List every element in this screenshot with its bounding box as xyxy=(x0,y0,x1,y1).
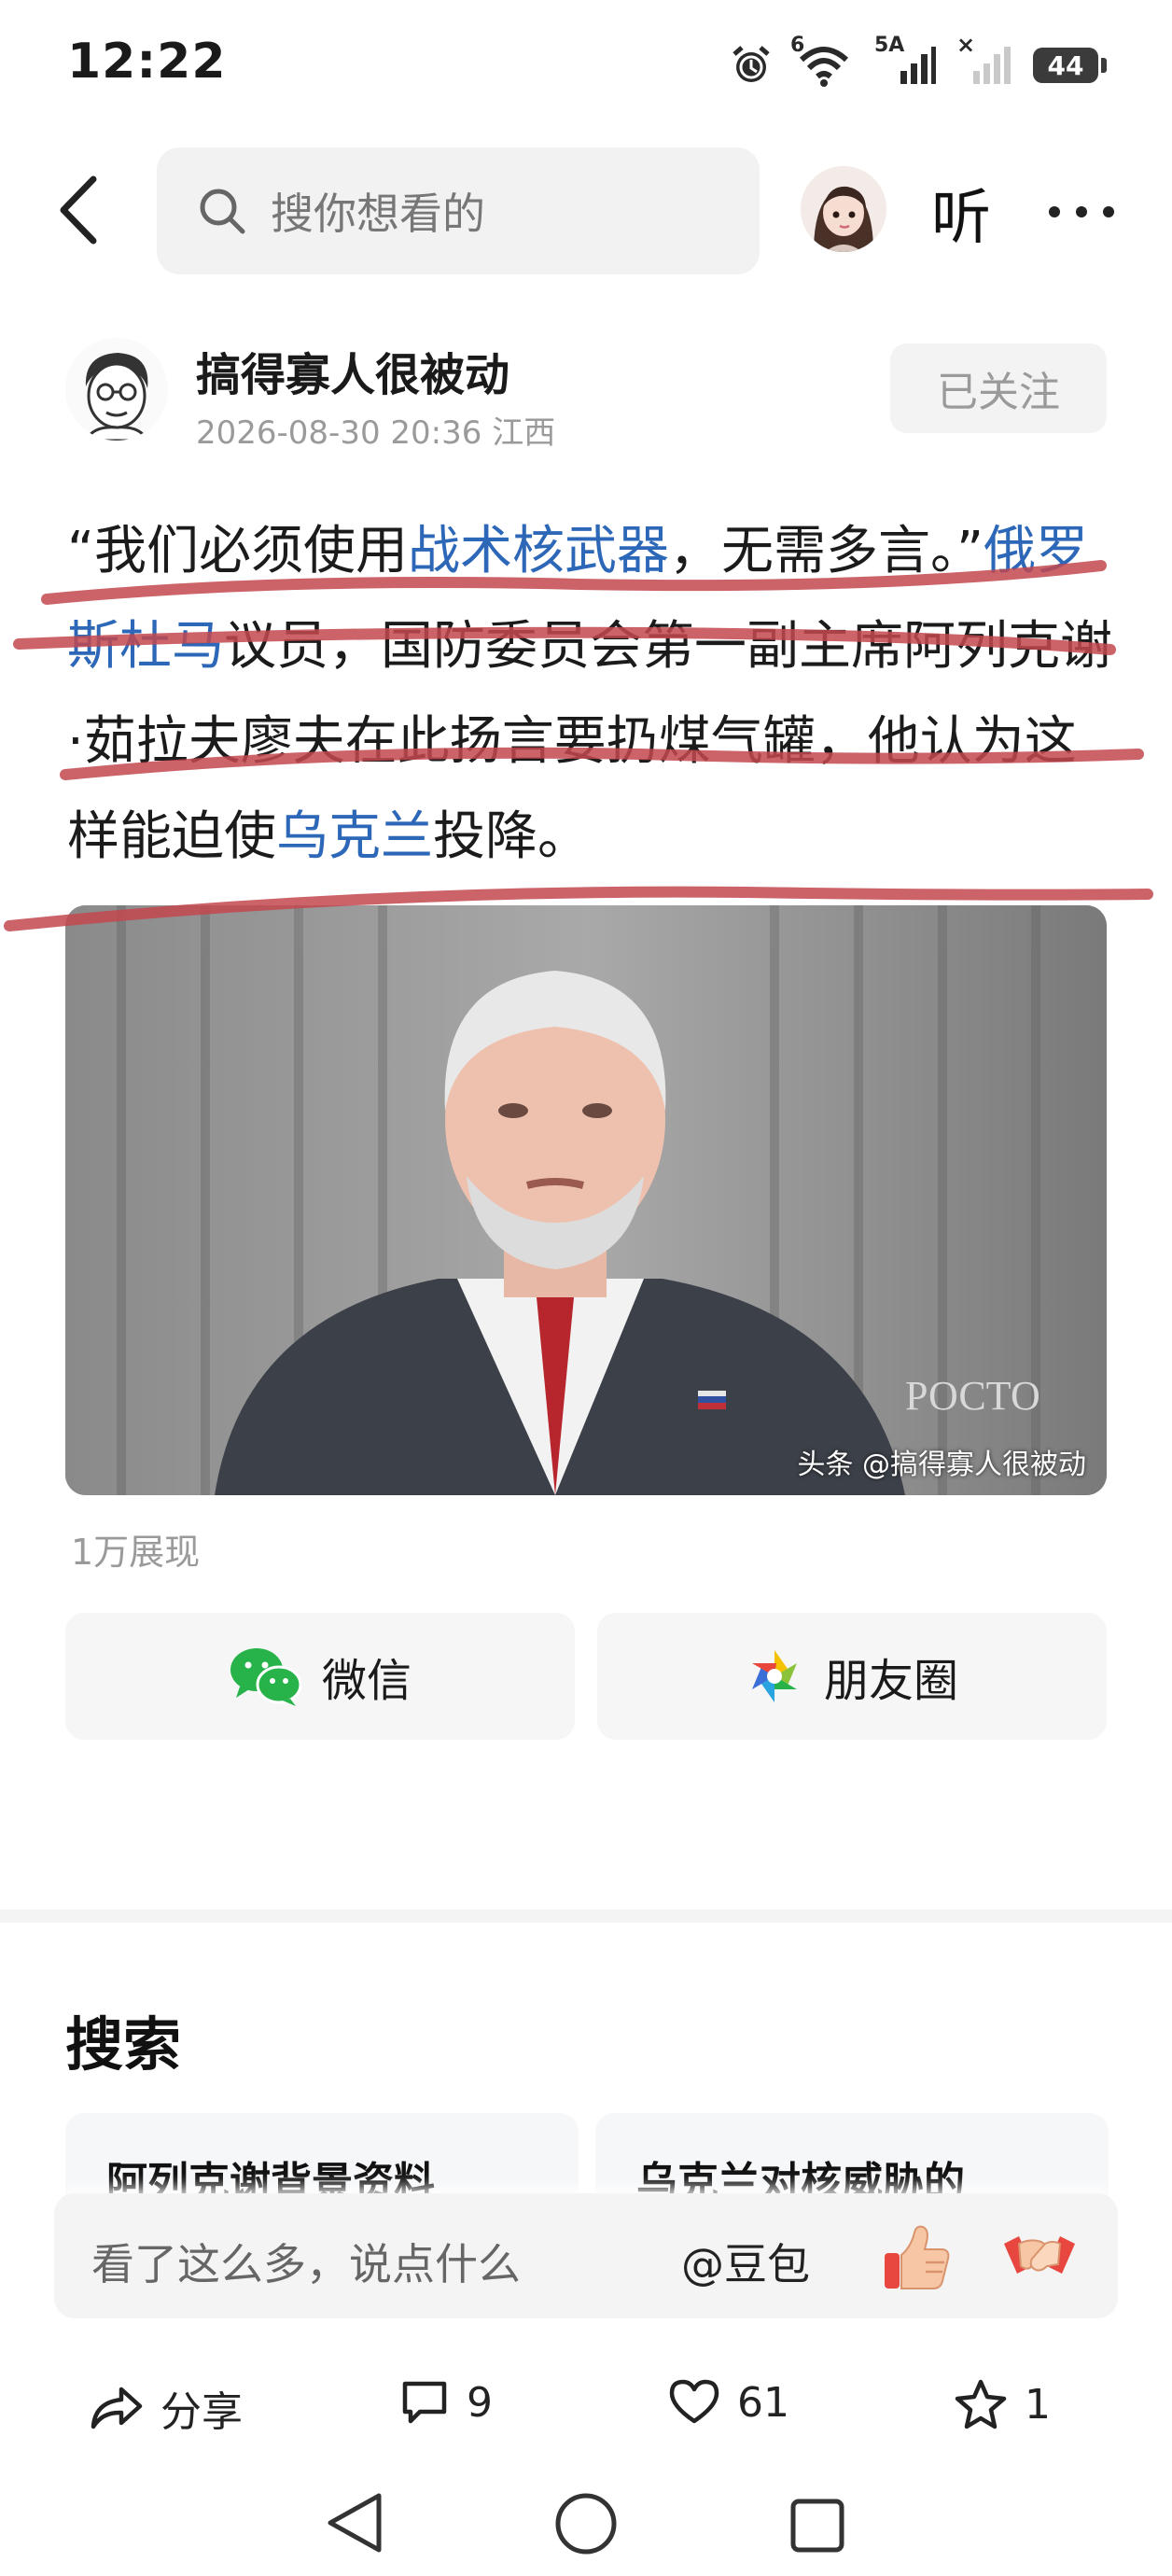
topic-link-ukraine[interactable]: 乌克兰 xyxy=(276,806,433,867)
like-icon xyxy=(669,2379,719,2424)
article-image[interactable]: РОСТО 头条 @搞得寡人很被动 xyxy=(65,905,1107,1495)
star-icon xyxy=(955,2379,1007,2429)
nav-recent-icon[interactable] xyxy=(789,2498,845,2557)
share-wechat-label: 微信 xyxy=(321,1655,412,1707)
moments-icon xyxy=(751,1650,797,1702)
section-divider xyxy=(0,1910,1172,1923)
share-wechat-button[interactable]: 微信 xyxy=(65,1613,575,1740)
post-meta: 2026-08-30 20:36 江西 xyxy=(196,414,556,452)
back-arrow-icon xyxy=(60,175,97,245)
author-avatar[interactable] xyxy=(65,338,168,441)
like-count: 61 xyxy=(737,2378,789,2427)
follow-button[interactable]: 已关注 xyxy=(890,343,1107,433)
comment-action[interactable]: 9 xyxy=(399,2378,493,2427)
share-icon xyxy=(91,2387,143,2429)
like-action[interactable]: 61 xyxy=(668,2378,789,2427)
thumbs-up-icon[interactable] xyxy=(879,2219,954,2294)
article-text: ，无需多言。” xyxy=(669,521,984,581)
battery-icon: 44 xyxy=(1033,48,1107,83)
nav-back-icon[interactable] xyxy=(323,2490,386,2559)
article-text: 议员，国防委员会第一副主席阿列克谢·茹拉夫廖夫在此扬言要扔煤气罐，他认为这样能迫… xyxy=(67,616,1112,867)
backdrop-text: РОСТО xyxy=(905,1373,1040,1419)
more-icon[interactable] xyxy=(1049,170,1114,254)
article-body: “我们必须使用战术核武器，无需多言。”俄罗斯杜马议员，国防委员会第一副主席阿列克… xyxy=(67,504,1112,885)
status-time: 12:22 xyxy=(67,34,227,90)
network-label-5a: 5A xyxy=(874,34,905,57)
share-action-label: 分享 xyxy=(160,2388,243,2436)
comment-input[interactable]: 看了这么多，说点什么 xyxy=(91,2231,521,2292)
battery-level: 44 xyxy=(1033,48,1098,83)
doubao-mention-button[interactable]: @豆包 xyxy=(681,2231,810,2292)
search-section-title: 搜索 xyxy=(65,2010,182,2079)
favorite-count: 1 xyxy=(1025,2380,1051,2429)
comment-icon xyxy=(402,2381,447,2424)
search-icon xyxy=(200,189,245,234)
share-moments-label: 朋友圈 xyxy=(823,1655,958,1707)
favorite-action[interactable]: 1 xyxy=(954,2378,1051,2430)
topic-link-tactical-nukes[interactable]: 战术核武器 xyxy=(408,521,669,581)
article-text: “我们必须使用 xyxy=(67,521,409,581)
assistant-avatar[interactable] xyxy=(801,166,886,252)
network-label-6: 6 xyxy=(790,34,805,57)
alarm-icon xyxy=(729,43,774,88)
image-watermark: 头条 @搞得寡人很被动 xyxy=(797,1449,1086,1481)
listen-button[interactable]: 听 xyxy=(931,170,991,256)
comment-count: 9 xyxy=(467,2378,493,2427)
search-input[interactable]: 搜你想看的 xyxy=(157,147,760,274)
search-placeholder: 搜你想看的 xyxy=(271,189,485,239)
comment-bar: 看了这么多，说点什么 @豆包 xyxy=(54,2193,1118,2318)
signal-icon-2: × xyxy=(956,32,1012,88)
back-button[interactable] xyxy=(47,168,112,252)
article-text: 投降。 xyxy=(433,806,590,867)
wifi-icon: 6 xyxy=(790,34,854,88)
status-icons: 6 5A × 44 xyxy=(729,32,1107,93)
share-action[interactable]: 分享 xyxy=(90,2378,243,2438)
signal-icon: 5A xyxy=(874,34,936,88)
wechat-icon xyxy=(230,1648,301,1706)
author-name[interactable]: 搞得寡人很被动 xyxy=(196,338,509,403)
nav-home-icon[interactable] xyxy=(554,2492,618,2559)
network-label-x: × xyxy=(956,32,976,58)
view-count: 1万展现 xyxy=(71,1532,201,1573)
handshake-icon[interactable] xyxy=(1000,2221,1079,2294)
share-moments-button[interactable]: 朋友圈 xyxy=(597,1613,1107,1740)
